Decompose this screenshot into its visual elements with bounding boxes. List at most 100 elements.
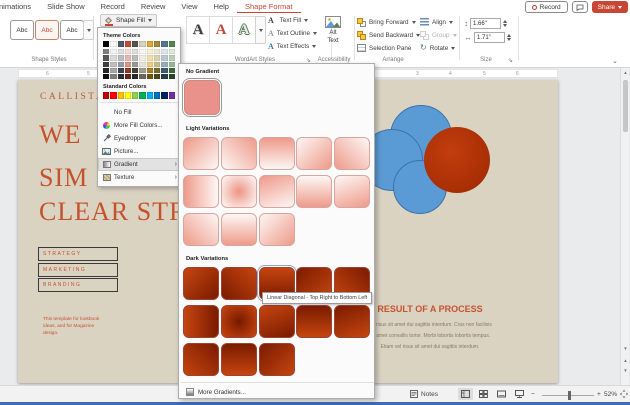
normal-view-button[interactable] <box>458 388 473 400</box>
standard-color-swatch[interactable] <box>154 92 160 98</box>
theme-color-variant-swatch[interactable] <box>110 68 116 73</box>
theme-color-variant-swatch[interactable] <box>154 74 160 79</box>
wordart-preset-2[interactable]: A <box>209 16 233 44</box>
light-gradient-swatch[interactable] <box>183 137 219 170</box>
size-dialog-launcher[interactable]: ⇘ <box>508 57 513 64</box>
slide-note-text[interactable]: This template for lookbook ideas, and fo… <box>43 317 99 338</box>
more-gradients-button[interactable]: More Gradients... <box>186 386 246 398</box>
theme-color-variant-swatch[interactable] <box>118 49 124 54</box>
theme-color-variant-swatch[interactable] <box>169 49 175 54</box>
theme-color-variant-swatch[interactable] <box>139 49 145 54</box>
theme-color-variant-swatch[interactable] <box>169 74 175 79</box>
theme-color-variant-swatch[interactable] <box>125 55 131 60</box>
reading-view-button[interactable] <box>494 388 509 400</box>
theme-color-variant-swatch[interactable] <box>118 74 124 79</box>
theme-color-variant-swatch[interactable] <box>125 68 131 73</box>
theme-color-swatch[interactable] <box>147 41 153 47</box>
theme-color-variant-swatch[interactable] <box>110 55 116 60</box>
dark-gradient-swatch[interactable] <box>183 343 219 376</box>
scroll-up-icon[interactable]: ▲ <box>621 70 630 75</box>
standard-color-swatch[interactable] <box>169 92 175 98</box>
text-outline-button[interactable]: A Text Outline <box>268 28 317 39</box>
share-button[interactable]: Share <box>592 1 628 13</box>
rotate-button[interactable]: ↻ Rotate <box>420 43 455 53</box>
slide-heading-line[interactable]: CLEAR STR <box>39 197 187 227</box>
theme-color-variant-swatch[interactable] <box>161 68 167 73</box>
theme-color-swatch[interactable] <box>110 41 116 47</box>
vertical-scrollbar[interactable]: ▲ ▼ ▲ ▼ <box>620 68 629 385</box>
scroll-down-icon[interactable]: ▼ <box>621 346 630 351</box>
width-stepper[interactable] <box>507 34 511 41</box>
scrollbar-thumb[interactable] <box>623 80 628 132</box>
theme-color-variant-swatch[interactable] <box>147 62 153 67</box>
theme-color-variant-swatch[interactable] <box>139 55 145 60</box>
theme-color-variant-swatch[interactable] <box>154 55 160 60</box>
notes-button[interactable]: Notes <box>410 388 438 400</box>
theme-color-variant-swatch[interactable] <box>132 62 138 67</box>
theme-color-variant-swatch[interactable] <box>154 68 160 73</box>
zoom-in-button[interactable]: + <box>597 388 601 400</box>
theme-color-swatch[interactable] <box>139 41 145 47</box>
zoom-out-button[interactable]: − <box>531 388 535 400</box>
slide-list-item[interactable]: STRATEGY <box>38 247 118 261</box>
text-effects-button[interactable]: A Text Effects <box>268 41 316 52</box>
theme-color-swatch[interactable] <box>125 41 131 47</box>
dark-gradient-swatch[interactable] <box>183 305 219 338</box>
shape-styles-more-button[interactable] <box>83 20 94 40</box>
light-gradient-swatch[interactable] <box>221 137 257 170</box>
theme-color-variant-swatch[interactable] <box>147 68 153 73</box>
theme-color-variant-swatch[interactable] <box>154 62 160 67</box>
theme-color-variant-swatch[interactable] <box>110 62 116 67</box>
theme-color-variant-swatch[interactable] <box>118 68 124 73</box>
height-stepper[interactable] <box>503 20 507 27</box>
previous-slide-button[interactable]: ▲ <box>621 358 630 363</box>
theme-color-swatch[interactable] <box>161 41 167 47</box>
shape-height-field[interactable]: ↕ 1.66" <box>464 18 507 29</box>
light-gradient-swatch[interactable] <box>296 175 332 208</box>
theme-color-variant-swatch[interactable] <box>103 62 109 67</box>
dark-gradient-swatch[interactable] <box>221 343 257 376</box>
no-gradient-swatch[interactable] <box>184 80 220 115</box>
menu-item-more-fill-colors[interactable]: More Fill Colors... <box>98 119 180 132</box>
tab-review[interactable]: Review <box>133 0 174 14</box>
theme-color-variant-swatch[interactable] <box>132 74 138 79</box>
theme-color-swatch[interactable] <box>132 41 138 47</box>
shape-style-preset-3[interactable]: Abc <box>60 20 84 40</box>
standard-color-swatch[interactable] <box>125 92 131 98</box>
dark-gradient-swatch[interactable] <box>259 343 295 376</box>
text-fill-button[interactable]: A Text Fill <box>268 15 308 26</box>
tab-slide-show[interactable]: Slide Show <box>39 0 93 14</box>
dark-gradient-swatch[interactable] <box>221 267 257 300</box>
group-button[interactable]: Group <box>420 30 457 40</box>
light-gradient-swatch[interactable] <box>183 213 219 246</box>
light-gradient-swatch[interactable] <box>221 175 257 208</box>
light-gradient-swatch[interactable] <box>296 137 332 170</box>
theme-color-swatch[interactable] <box>154 41 160 47</box>
slide-brand-text[interactable]: CALLISTA <box>40 92 105 102</box>
dark-gradient-swatch[interactable] <box>334 305 370 338</box>
standard-color-swatch[interactable] <box>132 92 138 98</box>
menu-item-gradient[interactable]: Gradient › <box>98 158 180 171</box>
send-backward-button[interactable]: Send Backward <box>357 30 420 40</box>
theme-color-variant-swatch[interactable] <box>139 68 145 73</box>
slide-sorter-button[interactable] <box>476 388 491 400</box>
theme-color-variant-swatch[interactable] <box>110 74 116 79</box>
width-input[interactable]: 1.71" <box>474 32 505 43</box>
slide-list-item[interactable]: BRANDING <box>38 278 118 292</box>
theme-color-variant-swatch[interactable] <box>169 62 175 67</box>
theme-color-variant-swatch[interactable] <box>125 49 131 54</box>
light-gradient-swatch[interactable] <box>334 175 370 208</box>
slideshow-button[interactable] <box>512 388 527 400</box>
tab-record[interactable]: Record <box>93 0 133 14</box>
alt-text-button[interactable]: Alt Text <box>318 16 348 56</box>
light-gradient-swatch[interactable] <box>221 213 257 246</box>
theme-color-variant-swatch[interactable] <box>118 55 124 60</box>
theme-color-variant-swatch[interactable] <box>103 68 109 73</box>
next-slide-button[interactable]: ▼ <box>621 368 630 373</box>
slide-list-item[interactable]: MARKETING <box>38 263 118 277</box>
theme-color-variant-swatch[interactable] <box>132 55 138 60</box>
theme-color-variant-swatch[interactable] <box>161 74 167 79</box>
comments-button[interactable] <box>572 1 588 13</box>
light-gradient-swatch[interactable] <box>259 175 295 208</box>
theme-color-variant-swatch[interactable] <box>169 55 175 60</box>
